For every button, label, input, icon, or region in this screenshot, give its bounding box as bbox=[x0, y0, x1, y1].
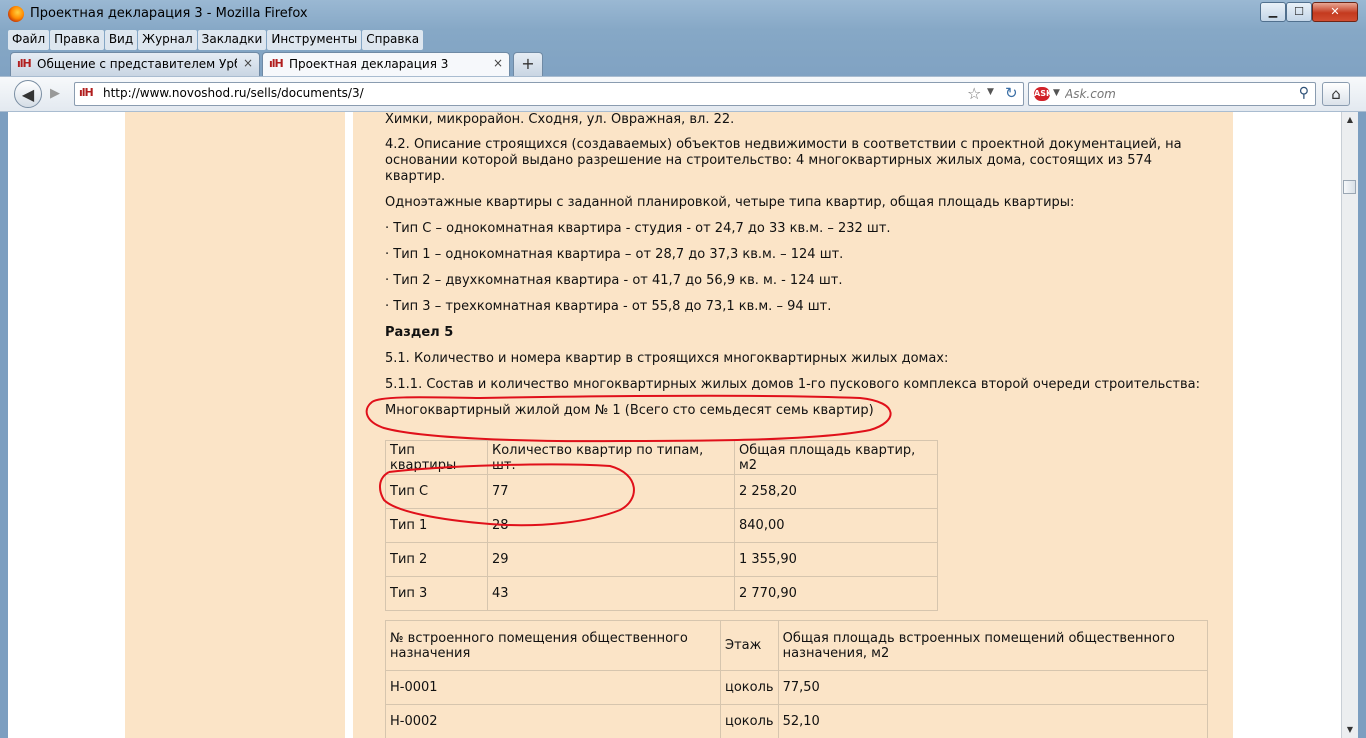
table-cell: 77,50 bbox=[777, 670, 1208, 705]
table-cell: 43 bbox=[487, 576, 735, 611]
table-header-row: № встроенного помещения общественного на… bbox=[385, 620, 1208, 671]
table-cell: 77 bbox=[487, 474, 735, 509]
new-tab-button[interactable]: + bbox=[513, 52, 543, 76]
page-viewport: Химки, микрорайон. Сходня, ул. Овражная,… bbox=[8, 112, 1341, 738]
navigation-toolbar: ◀ ▶ ılH ☆ ▼ ↻ ASK ▼ ⚲ ⌂ bbox=[0, 76, 1366, 112]
site-favicon-icon: ılH bbox=[269, 57, 284, 70]
bullet-type-1: · Тип 1 – однокомнатная квартира – от 28… bbox=[385, 247, 844, 262]
maximize-button[interactable]: ☐ bbox=[1286, 2, 1312, 22]
bookmark-star-icon[interactable]: ☆ bbox=[967, 84, 981, 103]
paragraph-4-2: 4.2. Описание строящихся (создаваемых) о… bbox=[385, 137, 1182, 184]
search-bar[interactable]: ASK ▼ ⚲ bbox=[1028, 82, 1316, 106]
tab-label: Проектная декларация 3 bbox=[289, 57, 449, 71]
table-header-cell: № встроенного помещения общественного на… bbox=[385, 620, 721, 671]
left-column bbox=[125, 112, 345, 738]
vertical-scrollbar[interactable]: ▲ ▼ bbox=[1341, 112, 1358, 738]
table-cell: цоколь bbox=[720, 704, 779, 738]
table-cell: 2 770,90 bbox=[734, 576, 938, 611]
tab-strip: ılH Общение с представителем Урбан-... ×… bbox=[10, 52, 1310, 76]
url-history-dropdown-icon[interactable]: ▼ bbox=[987, 87, 994, 97]
window-title: Проектная декларация 3 - Mozilla Firefox bbox=[30, 6, 308, 21]
table-header-cell: Этаж bbox=[720, 620, 779, 671]
table-header-cell: Общая площадь встроенных помещений общес… bbox=[777, 620, 1208, 671]
menu-help[interactable]: Справка bbox=[362, 30, 424, 50]
menu-bookmarks[interactable]: Закладки bbox=[197, 30, 267, 50]
home-button[interactable]: ⌂ bbox=[1322, 82, 1350, 106]
address-line: Химки, микрорайон. Сходня, ул. Овражная,… bbox=[385, 112, 735, 127]
table-row: Тип 1 28 840,00 bbox=[385, 508, 938, 543]
reload-icon[interactable]: ↻ bbox=[1005, 84, 1018, 102]
table-header-row: Тип квартиры Количество квартир по типам… bbox=[385, 440, 938, 475]
back-button[interactable]: ◀ bbox=[14, 80, 42, 108]
menu-file[interactable]: Файл bbox=[8, 30, 50, 50]
scroll-down-arrow-icon[interactable]: ▼ bbox=[1342, 722, 1358, 738]
table-cell: 28 bbox=[487, 508, 735, 543]
section-5-title: Раздел 5 bbox=[385, 325, 454, 340]
forward-button[interactable]: ▶ bbox=[44, 84, 66, 104]
tab-close-icon[interactable]: × bbox=[493, 56, 503, 70]
bullet-type-2: · Тип 2 – двухкомнатная квартира - от 41… bbox=[385, 273, 843, 288]
address-bar[interactable]: ılH ☆ ▼ ↻ bbox=[74, 82, 1024, 106]
firefox-icon bbox=[8, 6, 24, 22]
site-favicon-icon: ılH bbox=[79, 86, 94, 99]
table-header-cell: Количество квартир по типам, шт. bbox=[487, 440, 735, 475]
window-frame-right bbox=[1358, 112, 1366, 738]
table-cell: цоколь bbox=[720, 670, 779, 705]
tab-project-declaration[interactable]: ılH Проектная декларация 3 × bbox=[262, 52, 510, 76]
title-bar: Проектная декларация 3 - Mozilla Firefox… bbox=[0, 0, 1366, 28]
tab-urban-chat[interactable]: ılH Общение с представителем Урбан-... × bbox=[10, 52, 260, 76]
search-input[interactable] bbox=[1065, 87, 1265, 101]
table-cell: 840,00 bbox=[734, 508, 938, 543]
menu-tools[interactable]: Инструменты bbox=[267, 30, 362, 50]
close-window-button[interactable]: ✕ bbox=[1312, 2, 1358, 22]
bullet-type-c: · Тип С – однокомнатная квартира - студи… bbox=[385, 221, 891, 236]
tab-label: Общение с представителем Урбан-... bbox=[37, 57, 237, 71]
table-cell: Тип 3 bbox=[385, 576, 488, 611]
search-icon[interactable]: ⚲ bbox=[1299, 85, 1309, 101]
table-row: Н-0002 цоколь 52,10 bbox=[385, 704, 1208, 738]
table-cell: 29 bbox=[487, 542, 735, 577]
article: Химки, микрорайон. Сходня, ул. Овражная,… bbox=[353, 112, 1233, 738]
browser-window: Проектная декларация 3 - Mozilla Firefox… bbox=[0, 0, 1366, 738]
scroll-thumb[interactable] bbox=[1343, 180, 1356, 194]
paragraph-5-1: 5.1. Количество и номера квартир в строя… bbox=[385, 351, 949, 366]
table-row: Тип С 77 2 258,20 bbox=[385, 474, 938, 509]
table-cell: Тип С bbox=[385, 474, 488, 509]
table-header-cell: Тип квартиры bbox=[385, 440, 488, 475]
apartment-types-table: Тип квартиры Количество квартир по типам… bbox=[385, 440, 938, 611]
table-header-cell: Общая площадь квартир, м2 bbox=[734, 440, 938, 475]
table-cell: 1 355,90 bbox=[734, 542, 938, 577]
house-1-line: Многоквартирный жилой дом № 1 (Всего сто… bbox=[385, 403, 874, 418]
table-cell: Н-0002 bbox=[385, 704, 721, 738]
menu-view[interactable]: Вид bbox=[104, 30, 138, 50]
table-cell: Н-0001 bbox=[385, 670, 721, 705]
table-cell: 52,10 bbox=[777, 704, 1208, 738]
table-cell: 2 258,20 bbox=[734, 474, 938, 509]
menu-edit[interactable]: Правка bbox=[50, 30, 104, 50]
paragraph-single-floor: Одноэтажные квартиры с заданной планиров… bbox=[385, 195, 1075, 210]
table-cell: Тип 1 bbox=[385, 508, 488, 543]
site-favicon-icon: ılH bbox=[17, 57, 32, 70]
table-row: Тип 3 43 2 770,90 bbox=[385, 576, 938, 611]
table-cell: Тип 2 bbox=[385, 542, 488, 577]
menu-history[interactable]: Журнал bbox=[138, 30, 197, 50]
bullet-type-3: · Тип 3 – трехкомнатная квартира - от 55… bbox=[385, 299, 832, 314]
search-engine-dropdown-icon[interactable]: ▼ bbox=[1053, 88, 1060, 98]
paragraph-5-1-1: 5.1.1. Состав и количество многоквартирн… bbox=[385, 377, 1200, 392]
url-input[interactable] bbox=[103, 86, 923, 100]
menu-bar: Файл Правка Вид Журнал Закладки Инструме… bbox=[8, 30, 424, 50]
scroll-up-arrow-icon[interactable]: ▲ bbox=[1342, 112, 1358, 128]
public-premises-table: № встроенного помещения общественного на… bbox=[385, 620, 1208, 738]
tab-close-icon[interactable]: × bbox=[243, 56, 253, 70]
table-row: Н-0001 цоколь 77,50 bbox=[385, 670, 1208, 705]
ask-icon[interactable]: ASK bbox=[1034, 87, 1052, 101]
table-row: Тип 2 29 1 355,90 bbox=[385, 542, 938, 577]
minimize-button[interactable]: ▁ bbox=[1260, 2, 1286, 22]
